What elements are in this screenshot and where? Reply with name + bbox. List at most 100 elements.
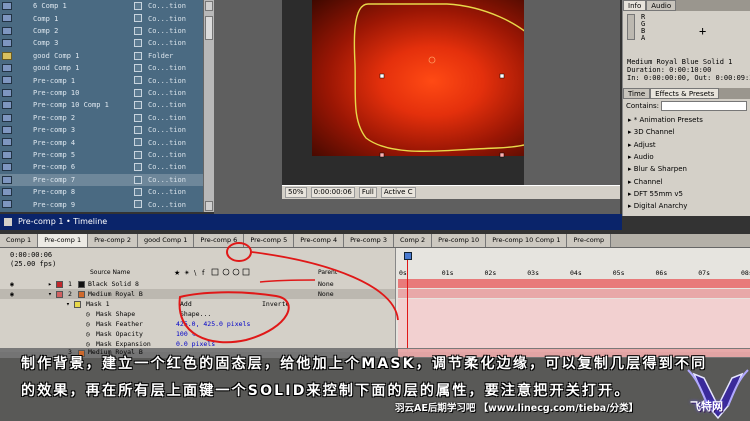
composition-icon bbox=[2, 39, 12, 48]
label-checkbox[interactable] bbox=[134, 138, 142, 147]
project-item-type: Co...tion bbox=[148, 126, 186, 135]
label-checkbox[interactable] bbox=[134, 163, 142, 172]
anchor-point-icon bbox=[428, 56, 436, 64]
scroll-down-arrow-icon[interactable] bbox=[205, 201, 213, 211]
project-item[interactable]: Pre-comp 3 Co...tion bbox=[0, 124, 214, 136]
composition-icon bbox=[2, 138, 12, 147]
label-checkbox[interactable] bbox=[134, 26, 142, 35]
effect-category[interactable]: ▸ Blur & Sharpen bbox=[628, 165, 687, 173]
annotation-circle bbox=[226, 242, 252, 262]
effect-category[interactable]: ▸ * Animation Presets bbox=[628, 116, 703, 124]
zoom-dropdown[interactable]: 50% bbox=[285, 187, 307, 198]
in-out: In: 0:00:00:00, Out: 0:00:09:28 bbox=[627, 74, 750, 82]
label-checkbox[interactable] bbox=[134, 2, 142, 10]
composition-icon bbox=[2, 14, 12, 23]
comp-canvas[interactable] bbox=[282, 0, 524, 185]
project-item[interactable]: good Comp 1 Folder bbox=[0, 50, 214, 62]
label-checkbox[interactable] bbox=[134, 113, 142, 122]
effect-category[interactable]: ▸ Digital Anarchy bbox=[628, 202, 687, 210]
project-item[interactable]: Pre-comp 7 Co...tion bbox=[0, 173, 214, 186]
crosshair-icon: + bbox=[699, 24, 707, 38]
label-checkbox[interactable] bbox=[134, 126, 142, 134]
effect-category-label: Adjust bbox=[633, 140, 656, 149]
folder-icon bbox=[2, 51, 12, 60]
project-item[interactable]: 6 Comp 1 Co...tion bbox=[0, 0, 214, 12]
contains-search-input[interactable] bbox=[661, 101, 747, 111]
timecode-display[interactable]: 0:00:00:06 bbox=[310, 187, 355, 198]
effect-category-label: Blur & Sharpen bbox=[633, 165, 687, 174]
label-checkbox[interactable] bbox=[134, 51, 142, 60]
project-item[interactable]: good Comp 1 Co...tion bbox=[0, 62, 214, 74]
project-item[interactable]: Pre-comp 9 Co...tion bbox=[0, 198, 214, 210]
tab-info[interactable]: Info bbox=[623, 0, 647, 11]
label-checkbox[interactable] bbox=[134, 76, 142, 85]
project-item-name: good Comp 1 bbox=[33, 51, 80, 60]
effect-category[interactable]: ▸ Adjust bbox=[628, 141, 656, 149]
tab-time[interactable]: Time bbox=[623, 88, 651, 99]
composition-icon bbox=[2, 113, 12, 122]
project-item[interactable]: Pre-comp 1 Co...tion bbox=[0, 74, 214, 86]
label-checkbox[interactable] bbox=[134, 88, 142, 97]
project-item[interactable]: Comp 1 Co...tion bbox=[0, 12, 214, 24]
effect-category[interactable]: ▸ Channel bbox=[628, 178, 663, 186]
effect-category-label: DFT 55mm v5 bbox=[633, 189, 683, 198]
layer-name: Medium Royal Blue Solid 1 bbox=[627, 58, 733, 66]
close-icon[interactable] bbox=[4, 218, 12, 226]
resolution-dropdown[interactable]: Full bbox=[358, 187, 377, 198]
label-checkbox[interactable] bbox=[134, 39, 142, 48]
project-item[interactable]: Pre-comp 8 Co...tion bbox=[0, 186, 214, 198]
label-checkbox[interactable] bbox=[134, 200, 142, 209]
effect-category[interactable]: ▸ 3D Channel bbox=[628, 128, 675, 136]
handle-bl bbox=[379, 152, 385, 158]
viewer-toolbar: 50% 0:00:00:06 Full Active C bbox=[282, 185, 620, 199]
label-checkbox[interactable] bbox=[134, 101, 142, 110]
project-item[interactable]: Pre-comp 6 Co...tion bbox=[0, 161, 214, 173]
label-checkbox[interactable] bbox=[134, 64, 142, 72]
project-item-name: 6 Comp 1 bbox=[33, 2, 67, 11]
effect-category-label: Audio bbox=[633, 152, 654, 161]
effect-category[interactable]: ▸ Audio bbox=[628, 153, 654, 161]
composition-icon bbox=[2, 150, 12, 159]
composition-viewer: 50% 0:00:00:06 Full Active C bbox=[214, 0, 620, 214]
project-item-name: Comp 1 bbox=[33, 14, 59, 23]
scroll-up-arrow-icon[interactable] bbox=[205, 1, 213, 11]
composition-icon bbox=[2, 64, 12, 72]
project-item[interactable]: Comp 2 Co...tion bbox=[0, 25, 214, 37]
project-item-name: Pre-comp 7 bbox=[33, 175, 76, 184]
project-item[interactable]: Pre-comp 10 Co...tion bbox=[0, 87, 214, 99]
project-item-type: Co...tion bbox=[148, 39, 186, 48]
project-item-type: Co...tion bbox=[148, 14, 186, 23]
mask-path-overlay[interactable] bbox=[282, 0, 524, 185]
project-item-name: Pre-comp 1 bbox=[33, 76, 76, 85]
annotation-loop bbox=[178, 291, 290, 344]
project-item[interactable]: Pre-comp 2 Co...tion bbox=[0, 112, 214, 124]
project-item-type: Co...tion bbox=[148, 26, 186, 35]
project-scrollbar[interactable] bbox=[203, 0, 214, 212]
tab-effects-presets[interactable]: Effects & Presets bbox=[650, 88, 720, 99]
project-item-name: Pre-comp 5 bbox=[33, 150, 76, 159]
tab-audio[interactable]: Audio bbox=[646, 0, 677, 11]
project-item-type: Folder bbox=[148, 51, 174, 60]
project-item[interactable]: Comp 3 Co...tion bbox=[0, 37, 214, 49]
project-item-name: Comp 3 bbox=[33, 39, 59, 48]
label-checkbox[interactable] bbox=[134, 14, 142, 23]
project-item-name: Comp 2 bbox=[33, 26, 59, 35]
project-item-name: Pre-comp 9 bbox=[33, 200, 76, 209]
handle-br bbox=[499, 152, 505, 158]
project-item[interactable]: Pre-comp 4 Co...tion bbox=[0, 136, 214, 148]
project-item-type: Co...tion bbox=[148, 64, 186, 73]
label-checkbox[interactable] bbox=[134, 175, 142, 184]
camera-dropdown[interactable]: Active C bbox=[380, 187, 416, 198]
effect-category[interactable]: ▸ DFT 55mm v5 bbox=[628, 190, 683, 198]
caption-line-2: 的效果，再在所有层上面键一个SOLID来控制下面的层的属性，要注意把开关打开。 bbox=[21, 383, 631, 399]
annotation-line bbox=[259, 279, 316, 283]
effect-category-label: * Animation Presets bbox=[633, 116, 703, 124]
effects-presets-panel: Time Effects & Presets Contains: ▸ * Ani… bbox=[622, 88, 750, 216]
scroll-thumb[interactable] bbox=[205, 16, 213, 40]
project-item[interactable]: Pre-comp 5 Co...tion bbox=[0, 149, 214, 161]
label-checkbox[interactable] bbox=[134, 188, 142, 196]
channel-a: A bbox=[641, 34, 646, 42]
project-item-type: Co...tion bbox=[148, 138, 186, 147]
label-checkbox[interactable] bbox=[134, 150, 142, 159]
project-item[interactable]: Pre-comp 10 Comp 1 Co...tion bbox=[0, 99, 214, 111]
